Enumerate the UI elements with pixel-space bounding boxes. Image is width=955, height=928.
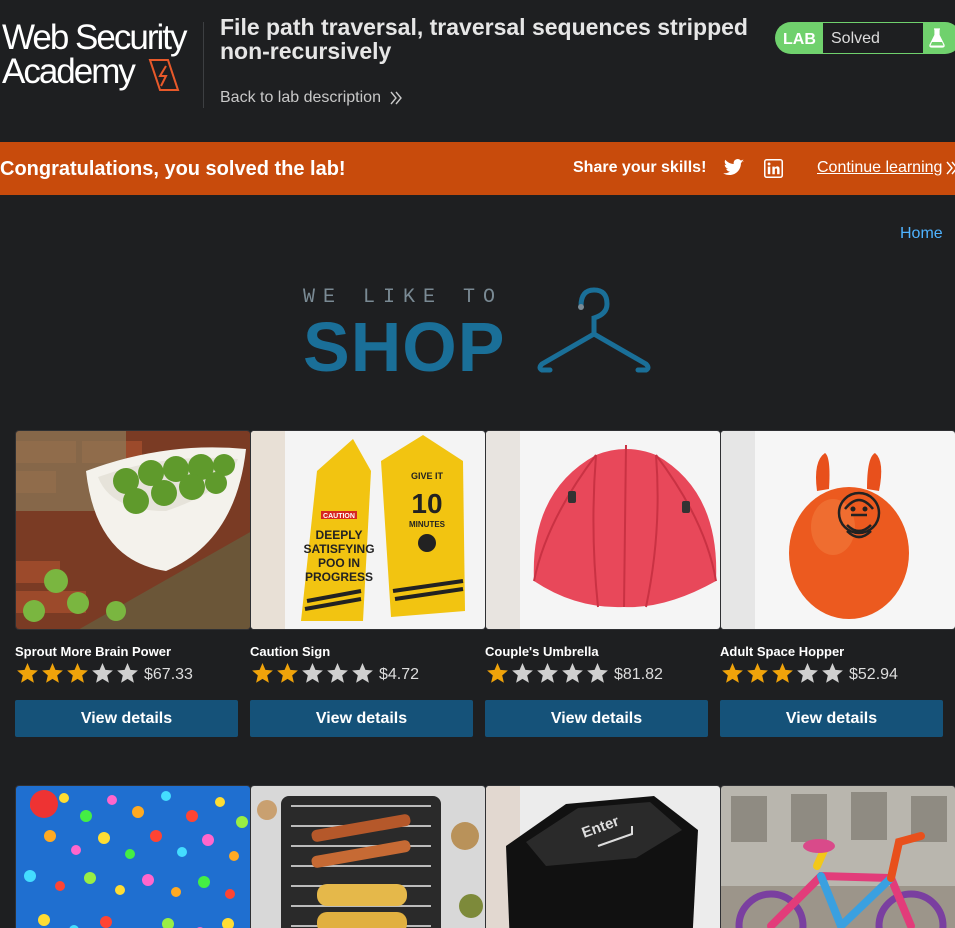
product-price: $81.82 xyxy=(614,666,663,683)
double-chevron-right-icon xyxy=(390,91,402,105)
product-image-sprouts xyxy=(15,430,251,630)
product-name: Couple's Umbrella xyxy=(485,644,599,659)
product-image-balloons xyxy=(15,785,251,928)
logo-lightning-icon xyxy=(148,59,180,91)
product-price: $52.94 xyxy=(849,666,898,683)
banner-shop-title: SHOP xyxy=(303,308,506,386)
rating-stars xyxy=(250,662,375,684)
product-card xyxy=(720,785,955,928)
star-filled-icon xyxy=(42,663,63,683)
star-empty-icon xyxy=(562,663,583,683)
view-details-button[interactable]: View details xyxy=(15,700,238,737)
star-empty-icon xyxy=(822,663,843,683)
rating-stars xyxy=(15,662,140,684)
linkedin-share-icon[interactable] xyxy=(764,159,783,183)
home-link[interactable]: Home xyxy=(900,225,943,243)
svg-text:10: 10 xyxy=(411,488,442,519)
we-like-to-shop-banner: WE LIKE TO SHOP xyxy=(303,284,663,386)
lab-title: File path traversal, traversal sequences… xyxy=(220,14,748,64)
svg-text:POO IN: POO IN xyxy=(318,556,360,570)
lab-status-text: Solved xyxy=(823,23,923,53)
svg-text:GIVE IT: GIVE IT xyxy=(411,471,444,481)
product-image-umbrella xyxy=(485,430,721,630)
congratulations-message: Congratulations, you solved the lab! xyxy=(0,158,346,180)
svg-text:CAUTION: CAUTION xyxy=(323,513,355,520)
web-security-academy-logo[interactable]: Web Security Academy xyxy=(2,20,202,92)
star-empty-icon xyxy=(117,663,138,683)
product-name: Caution Sign xyxy=(250,644,331,659)
star-filled-icon xyxy=(487,663,508,683)
logo-line-2: Academy xyxy=(2,52,136,91)
back-link-label: Back to lab description xyxy=(220,89,381,106)
product-image-enter-key: Enter xyxy=(485,785,721,928)
star-empty-icon xyxy=(537,663,558,683)
continue-learning-link[interactable]: Continue learning xyxy=(817,159,955,177)
product-name: Sprout More Brain Power xyxy=(15,644,172,659)
continue-learning-label: Continue learning xyxy=(817,159,943,176)
star-filled-icon xyxy=(67,663,88,683)
product-card: Enter xyxy=(485,785,721,928)
lab-tag: LAB xyxy=(783,31,816,48)
product-image-knitted-bike xyxy=(720,785,955,928)
product-card: CAUTION DEEPLY SATISFYING POO IN PROGRESS G… xyxy=(250,430,486,737)
view-details-button[interactable]: View details xyxy=(720,700,943,737)
svg-text:SATISFYING: SATISFYING xyxy=(303,542,374,556)
product-price: $4.72 xyxy=(379,666,420,683)
star-empty-icon xyxy=(302,663,323,683)
view-details-button[interactable]: View details xyxy=(250,700,473,737)
product-rating: $52.94 xyxy=(720,662,898,684)
rating-stars xyxy=(485,662,610,684)
view-details-button[interactable]: View details xyxy=(485,700,708,737)
lab-solved-banner: Congratulations, you solved the lab! Sha… xyxy=(0,142,955,195)
product-card: Couple's Umbrella $81.82 View details xyxy=(485,430,721,737)
star-filled-icon xyxy=(17,663,38,683)
star-empty-icon xyxy=(352,663,373,683)
star-filled-icon xyxy=(747,663,768,683)
star-filled-icon xyxy=(277,663,298,683)
rating-stars xyxy=(720,662,845,684)
logo-line-1: Web Security xyxy=(2,18,187,57)
product-rating: $81.82 xyxy=(485,662,663,684)
product-image-grill xyxy=(250,785,486,928)
twitter-share-icon[interactable] xyxy=(723,159,745,182)
svg-text:PROGRESS: PROGRESS xyxy=(305,570,373,584)
product-card: Adult Space Hopper $52.94 View details xyxy=(720,430,955,737)
product-price: $67.33 xyxy=(144,666,193,683)
double-chevron-right-icon xyxy=(946,161,955,175)
back-to-lab-description-link[interactable]: Back to lab description xyxy=(220,89,402,107)
star-empty-icon xyxy=(327,663,348,683)
product-rating: $4.72 xyxy=(250,662,419,684)
academy-header: Web Security Academy File path traversal… xyxy=(0,0,955,142)
flask-icon xyxy=(929,28,945,48)
product-card xyxy=(15,785,251,928)
star-filled-icon xyxy=(252,663,273,683)
star-empty-icon xyxy=(92,663,113,683)
lab-status-widget: LAB Solved xyxy=(775,22,955,54)
product-card: Sprout More Brain Power $67.33 View deta… xyxy=(15,430,251,737)
product-rating: $67.33 xyxy=(15,662,193,684)
star-empty-icon xyxy=(512,663,533,683)
star-filled-icon xyxy=(772,663,793,683)
product-image-space-hopper xyxy=(720,430,955,630)
star-filled-icon xyxy=(722,663,743,683)
star-empty-icon xyxy=(587,663,608,683)
star-empty-icon xyxy=(797,663,818,683)
banner-tagline: WE LIKE TO xyxy=(303,286,504,309)
header-divider xyxy=(203,22,204,108)
product-card xyxy=(250,785,486,928)
product-name: Adult Space Hopper xyxy=(720,644,845,659)
share-skills-label: Share your skills! xyxy=(573,159,707,176)
product-image-caution-sign: CAUTION DEEPLY SATISFYING POO IN PROGRESS G… xyxy=(250,430,486,630)
coat-hanger-icon xyxy=(537,287,651,373)
svg-text:MINUTES: MINUTES xyxy=(409,520,446,529)
svg-text:DEEPLY: DEEPLY xyxy=(316,528,363,542)
